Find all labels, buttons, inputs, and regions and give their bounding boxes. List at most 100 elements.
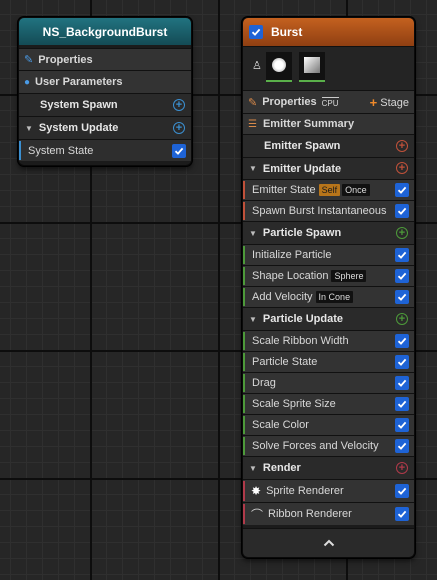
renderer-thumbnails: ♙ [243,46,414,90]
scale-ribbon-width-label: Scale Ribbon Width [252,335,349,347]
particle-update-label: Particle Update [262,313,344,325]
drag-checkbox[interactable] [395,376,409,390]
drag-label: Drag [252,377,276,389]
add-emitter-update-icon[interactable]: + [396,162,408,174]
emitter-enable-checkbox[interactable] [249,25,263,39]
emitter-node-header[interactable]: Burst [243,18,414,46]
scale-color-label: Scale Color [252,419,309,431]
system-state-checkbox[interactable] [172,144,186,158]
particle-state-checkbox[interactable] [395,355,409,369]
renderer-pin-icon: ♙ [252,60,262,72]
user-parameters-row[interactable]: ● User Parameters [19,70,191,93]
collapse-arrow-icon[interactable]: ▼ [249,315,257,324]
particle-state-row[interactable]: Particle State [243,351,414,372]
shape-location-checkbox[interactable] [395,269,409,283]
particle-state-label: Particle State [252,356,318,368]
solve-forces-row[interactable]: Solve Forces and Velocity [243,435,414,456]
ribbon-renderer-label: Ribbon Renderer [268,508,352,520]
render-label: Render [262,462,301,474]
once-badge: Once [342,184,370,196]
system-spawn-label: System Spawn [40,99,118,111]
list-icon: ☰ [248,118,257,130]
add-emitter-spawn-icon[interactable]: + [396,140,408,152]
sphere-badge: Sphere [331,270,367,282]
collapse-arrow-icon[interactable]: ▼ [249,164,257,173]
scale-sprite-size-row[interactable]: Scale Sprite Size [243,393,414,414]
initialize-particle-row[interactable]: Initialize Particle [243,244,414,265]
add-renderer-icon[interactable]: + [396,462,408,474]
scale-color-row[interactable]: Scale Color [243,414,414,435]
particle-spawn-row[interactable]: ▼ Particle Spawn + [243,221,414,244]
add-particle-spawn-icon[interactable]: + [396,227,408,239]
module-accent-bar [243,181,245,199]
system-spawn-row[interactable]: System Spawn + [19,93,191,116]
sprite-renderer-icon: ✸ [251,484,262,498]
sprite-renderer-checkbox[interactable] [395,484,409,498]
system-state-label: System State [28,144,94,157]
emitter-state-checkbox[interactable] [395,183,409,197]
self-badge: Self [318,184,341,196]
drag-row[interactable]: Drag [243,372,414,393]
initialize-particle-checkbox[interactable] [395,248,409,262]
system-state-row[interactable]: System State [19,139,191,161]
module-accent-bar [243,246,245,264]
scale-ribbon-width-row[interactable]: Scale Ribbon Width [243,330,414,351]
in-cone-badge: In Cone [315,291,354,303]
ribbon-renderer-row[interactable]: ⌒ Ribbon Renderer [243,502,414,525]
solve-forces-label: Solve Forces and Velocity [252,440,379,452]
scale-ribbon-width-checkbox[interactable] [395,334,409,348]
chevron-up-icon [323,539,334,547]
system-node-title: NS_BackgroundBurst [42,24,168,39]
sim-target-badge: CPU [321,96,339,108]
module-accent-bar [243,374,245,392]
sprite-renderer-row[interactable]: ✸ Sprite Renderer [243,479,414,502]
collapse-node-button[interactable] [243,528,414,557]
ribbon-renderer-checkbox[interactable] [395,507,409,521]
pencil-icon: ✎ [24,54,34,66]
module-accent-bar [19,141,21,160]
collapse-arrow-icon[interactable]: ▼ [249,464,257,473]
module-accent-bar [243,437,245,455]
plus-icon: + [369,95,378,110]
shape-location-label: Shape Location [252,270,329,282]
particle-spawn-label: Particle Spawn [262,227,342,239]
ribbon-renderer-icon: ⌒ [251,507,264,522]
module-accent-bar [243,202,245,220]
emitter-properties-row[interactable]: ✎ Properties CPU + Stage [243,90,414,113]
scale-color-checkbox[interactable] [395,418,409,432]
emitter-spawn-label: Emitter Spawn [264,140,341,152]
particle-update-row[interactable]: ▼ Particle Update + [243,307,414,330]
collapse-arrow-icon[interactable]: ▼ [25,124,33,133]
emitter-spawn-row[interactable]: Emitter Spawn + [243,134,414,157]
add-velocity-row[interactable]: Add Velocity In Cone [243,286,414,307]
add-system-spawn-icon[interactable]: + [173,99,185,111]
add-velocity-checkbox[interactable] [395,290,409,304]
system-properties-row[interactable]: ✎ Properties [19,48,191,70]
module-accent-bar [243,416,245,434]
render-row[interactable]: ▼ Render + [243,456,414,479]
system-update-label: System Update [38,122,119,134]
module-accent-bar [243,504,245,524]
emitter-summary-row[interactable]: ☰ Emitter Summary [243,113,414,134]
system-properties-label: Properties [38,53,93,66]
sprite-renderer-thumbnail[interactable] [266,52,292,82]
emitter-update-row[interactable]: ▼ Emitter Update + [243,157,414,179]
spawn-burst-row[interactable]: Spawn Burst Instantaneous [243,200,414,221]
system-node-header[interactable]: NS_BackgroundBurst [19,18,191,45]
add-particle-update-icon[interactable]: + [396,313,408,325]
scale-sprite-size-checkbox[interactable] [395,397,409,411]
add-system-update-icon[interactable]: + [173,122,185,134]
ribbon-renderer-thumbnail[interactable] [299,52,325,82]
system-update-row[interactable]: ▼ System Update + [19,116,191,139]
add-stage-button[interactable]: + Stage [370,95,409,110]
scale-sprite-size-label: Scale Sprite Size [252,398,336,410]
solve-forces-checkbox[interactable] [395,439,409,453]
emitter-state-row[interactable]: Emitter State Self Once [243,179,414,200]
shape-location-row[interactable]: Shape Location Sphere [243,265,414,286]
stage-label: Stage [380,96,409,109]
collapse-arrow-icon[interactable]: ▼ [249,229,257,238]
spawn-burst-checkbox[interactable] [395,204,409,218]
emitter-node: Burst ♙ ✎ Properties CPU + Stage ☰ Emitt… [242,17,415,558]
module-accent-bar [243,267,245,285]
system-node: NS_BackgroundBurst ✎ Properties ● User P… [18,17,192,166]
